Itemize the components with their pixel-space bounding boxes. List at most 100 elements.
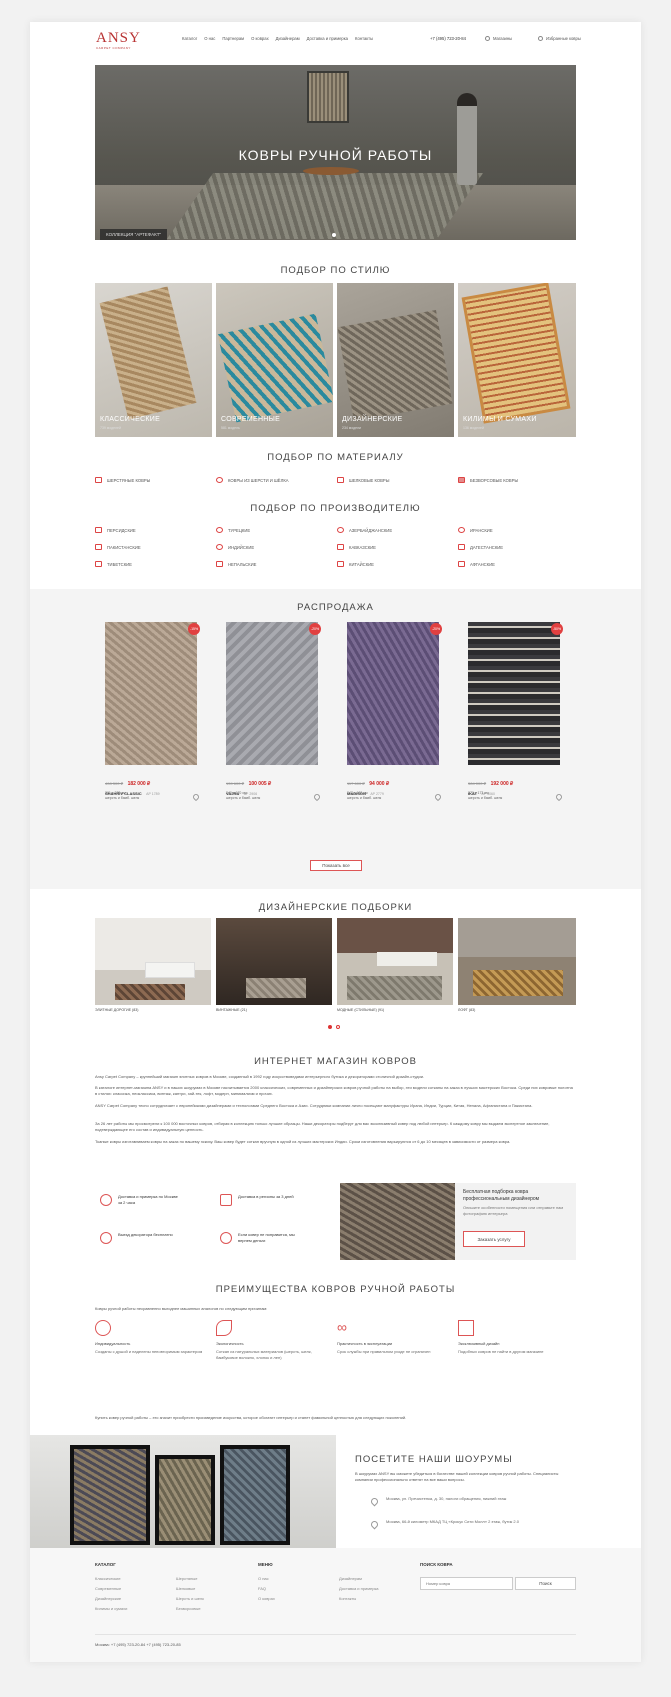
maker-item[interactable]: ТИБЕТСКИЕ [95,561,132,567]
showroom-address[interactable]: Москва, ул. Пречистенка, д. 30, налоги о… [386,1496,536,1502]
leaf-icon [216,1320,232,1336]
footer-catalog-list-2: Шерстяные Шелковые Шерсть и шелк Безворс… [176,1574,204,1614]
footer-link[interactable]: Современные [95,1584,127,1594]
carousel-dot-active[interactable] [328,1025,332,1029]
designer-card-vintage[interactable] [216,918,332,1005]
stores-link[interactable]: Магазины [485,36,512,41]
footer-link[interactable]: Килимы и сумахи [95,1604,127,1614]
advantages-intro: Ковры ручной работы несравненно выгоднее… [95,1306,268,1311]
maker-item[interactable]: ИРАНСКИЕ [458,527,493,533]
maker-item[interactable]: АФГАНСКИЕ [458,561,495,567]
maker-item[interactable]: КИТАЙСКИЕ [337,561,374,567]
header-phone[interactable]: +7 (495) 723-20-84 [430,36,466,41]
footer-link[interactable]: Дизайнерские [95,1594,127,1604]
material-silk[interactable]: ШЕЛКОВЫЕ КОВРЫ [337,477,389,483]
nav-item-designers[interactable]: Дизайнерам [276,36,300,41]
about-paragraph: ANSY Carpet Company тесно сотрудничает с… [95,1103,533,1108]
footer-link[interactable]: FAQ [258,1584,275,1594]
footer-link[interactable]: Дизайнерам [339,1574,379,1584]
footer-link[interactable]: Шерсть и шелк [176,1594,204,1604]
favorites-link[interactable]: Избранные ковры [538,36,581,41]
style-card-kilim[interactable]: КИЛИМЫ И СУМАХИ 136 моделей [458,283,576,437]
search-button[interactable]: Поиск [515,1577,576,1590]
hero-banner[interactable]: КОВРЫ РУЧНОЙ РАБОТЫ КОЛЛЕКЦИЯ "АРТЕФАКТ" [95,65,576,240]
footer-link[interactable]: Шелковые [176,1584,204,1594]
material-flatweave[interactable]: БЕЗВОРСОВЫЕ КОВРЫ [458,477,518,483]
maker-item[interactable]: ПЕРСИДСКИЕ [95,527,136,533]
maker-item[interactable]: ПАКИСТАНСКИЕ [95,544,141,550]
footer-link[interactable]: Доставка и примерка [339,1584,379,1594]
globe-icon [458,527,465,533]
style-card-count: 234 модели [342,426,361,430]
designer-label[interactable]: ЭЛИТНЫЕ ДОРОГИЕ (83) [95,1008,138,1012]
maker-item[interactable]: КАВКАЗСКИЕ [337,544,376,550]
maker-label: ДАГЕСТАНСКИЕ [470,544,504,550]
style-card-modern[interactable]: СОВРЕМЕННЫЕ 581 модель [216,283,333,437]
designer-card-modern[interactable] [337,918,453,1005]
material-wool[interactable]: ШЕРСТЯНЫЕ КОВРЫ [95,477,150,483]
sale-card[interactable]: -20% 139 600 ₽ 100 005 ₽ VAJRA АР 2906 2… [226,622,326,802]
hero-collection-badge[interactable]: КОЛЛЕКЦИЯ "АРТЕФАКТ" [100,229,168,240]
promo-text: Опишите особенности помещения или отправ… [463,1205,564,1216]
footer-link[interactable]: Шерстяные [176,1574,204,1584]
designer-card-loft[interactable] [458,918,576,1005]
advantage-item: Эксклюзивный дизайн Подобных ковров не н… [458,1320,568,1355]
footer-link[interactable]: О нас [258,1574,275,1584]
maker-item[interactable]: ДАГЕСТАНСКИЕ [458,544,503,550]
nav-item-partners[interactable]: Партнерам [222,36,244,41]
advantage-title: Эксклюзивный дизайн [458,1341,500,1346]
footer-contacts[interactable]: Москва: +7 (495) 723-20-84 +7 (495) 723-… [95,1642,181,1647]
nav-item-about[interactable]: О нас [204,36,215,41]
favorites-label: Избранные ковры [546,36,581,41]
maker-label: АФГАНСКИЕ [470,561,495,567]
footer-menu-list-2: Дизайнерам Доставка и примерка Контакты [339,1574,379,1604]
promo-rug-image [340,1183,455,1260]
maker-label: НЕПАЛЬСКИЕ [228,561,257,567]
advantage-text: Подобных ковров не найти в другом магази… [458,1349,544,1354]
footer-link[interactable]: Безворсовые [176,1604,204,1614]
flag-icon [216,561,223,567]
material-wool-silk[interactable]: КОВРЫ ИЗ ШЕРСТИ И ШЁЛКА [216,477,289,483]
footer-link[interactable]: Классические [95,1574,127,1584]
footer-link[interactable]: Контакты [339,1594,379,1604]
rug-image [246,978,306,998]
maker-item[interactable]: ИНДИЙСКИЕ [216,544,254,550]
about-paragraph: Тканые ковры изготавливаем ковры на зака… [95,1139,511,1144]
nav-item-carpets[interactable]: О коврах [251,36,269,41]
footer-search-title: ПОИСК КОВРА [420,1562,453,1567]
flag-icon [95,544,102,550]
style-card-classic[interactable]: КЛАССИЧЕСКИЕ 739 моделей [95,283,212,437]
cart-icon [95,477,102,483]
dragon-icon [337,561,344,567]
carousel-dot[interactable] [336,1025,340,1029]
framed-rug [70,1445,150,1545]
show-all-button[interactable]: Показать все [310,860,362,871]
style-card-designer[interactable]: ДИЗАЙНЕРСКИЕ 234 модели [337,283,454,437]
designer-label[interactable]: МОДНЫЕ (СТИЛЬНЫЕ) (91) [337,1008,384,1012]
slider-dot-active[interactable] [332,233,336,237]
showroom-address[interactable]: Москва, 66-й километр МКАД ТЦ «Крокус Си… [386,1519,536,1525]
maker-item[interactable]: ТУРЕЦКИЕ [216,527,250,533]
flag-icon [95,527,102,533]
designer-label[interactable]: ВИНТАЖНЫЕ (21) [216,1008,247,1012]
sale-card[interactable]: -15% 408 300 ₽ 182 000 ₽ SHAHRIV CLASSIC… [105,622,205,802]
nav-item-catalog[interactable]: Каталог [182,36,197,41]
stores-label: Магазины [493,36,513,41]
carpet-search-input[interactable] [420,1577,513,1590]
footer-link[interactable]: О коврах [258,1594,275,1604]
sun-icon [216,477,223,483]
logo[interactable]: ANSY [96,30,146,47]
rug-image [337,310,453,421]
nav-item-contacts[interactable]: Контакты [355,36,373,41]
maker-item[interactable]: НЕПАЛЬСКИЕ [216,561,256,567]
product-material: шерсть и бамб. шелк [347,796,382,800]
sale-card[interactable]: -20% 117 600 ₽ 94 000 ₽ MADISON АР 2779 … [347,622,447,802]
sale-card[interactable]: -50% 384 000 ₽ 192 000 ₽ IKAT АР 3060 27… [468,622,568,802]
maker-item[interactable]: АЗЕРБАЙДЖАНСКИЕ [337,527,392,533]
designer-card-elite[interactable] [95,918,211,1005]
order-service-button[interactable]: Заказать услугу [463,1231,525,1247]
designer-label[interactable]: ЛОФТ (83) [458,1008,475,1012]
square-icon [458,477,465,483]
style-card-label: ДИЗАЙНЕРСКИЕ [342,416,403,423]
nav-item-delivery[interactable]: Доставка и примерка [307,36,348,41]
